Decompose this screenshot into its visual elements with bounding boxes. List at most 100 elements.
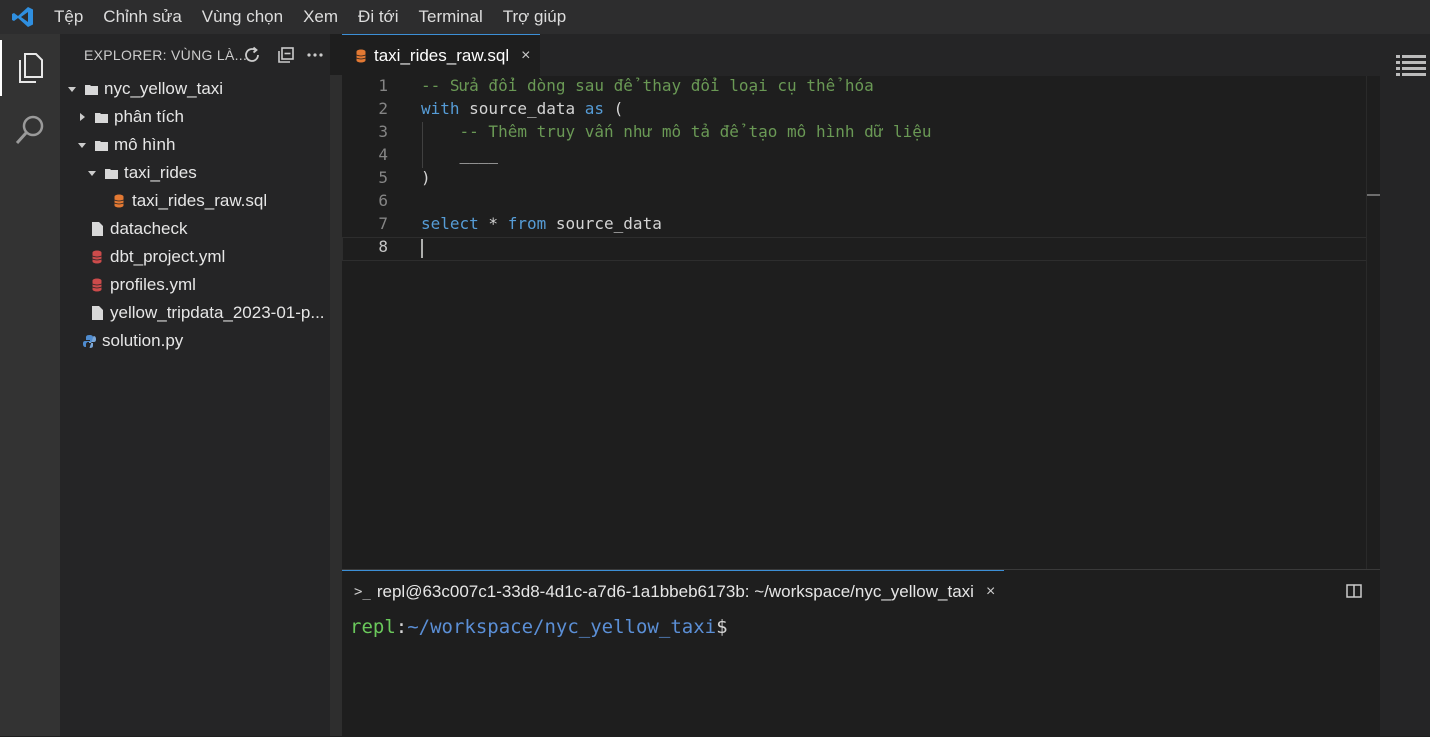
keyword: select: [421, 214, 479, 233]
punctuation: (: [604, 99, 624, 118]
code-line: 2 with source_data as (: [342, 97, 1364, 120]
sidebar-scrollbar[interactable]: [330, 75, 342, 736]
terminal-icon: >_: [354, 583, 371, 600]
code-line: 7 select * from source_data: [342, 212, 1364, 235]
tree-label: dbt_project.yml: [110, 247, 226, 266]
editor-tabs: taxi_rides_raw.sql ×: [342, 34, 1380, 76]
terminal-tab[interactable]: >_ repl@63c007c1-33d8-4d1c-a7d6-1a1bbeb6…: [342, 570, 1004, 612]
tree-label: yellow_tripdata_2023-01-p...: [110, 303, 325, 322]
keyword: with: [421, 99, 460, 118]
code-text: -- Sửa đổi dòng sau để thay đổi loại cụ …: [421, 76, 874, 95]
line-number: 2: [378, 99, 388, 118]
chevron-down-icon: [76, 139, 88, 151]
close-icon[interactable]: ×: [521, 47, 530, 65]
terminal-dollar: $: [716, 616, 728, 638]
tree-label: profiles.yml: [110, 275, 196, 294]
tree-file-profiles-yml[interactable]: profiles.yml: [90, 271, 196, 299]
scroll-marker: [1367, 194, 1381, 196]
line-number: 6: [378, 191, 388, 210]
file-icon: [90, 306, 104, 320]
terminal-panel: >_ repl@63c007c1-33d8-4d1c-a7d6-1a1bbeb6…: [342, 569, 1380, 737]
database-icon: [112, 194, 126, 208]
code-editor[interactable]: 1 -- Sửa đổi dòng sau để thay đổi loại c…: [342, 76, 1380, 569]
tree-file-yellow-tripdata[interactable]: yellow_tripdata_2023-01-p...: [90, 299, 325, 327]
python-icon: [82, 334, 96, 348]
code-line: 8: [342, 235, 1364, 258]
chevron-right-icon: [76, 111, 88, 123]
code-line: 6: [342, 189, 1364, 212]
line-number: 4: [378, 145, 388, 164]
line-number: 8: [378, 237, 388, 256]
operator: *: [478, 214, 508, 233]
tree-file-dbt-project-yml[interactable]: dbt_project.yml: [90, 243, 225, 271]
editor-scrollbar[interactable]: [1366, 76, 1381, 569]
line-number: 3: [378, 122, 388, 141]
menu-terminal[interactable]: Terminal: [408, 0, 492, 34]
menu-help[interactable]: Trợ giúp: [493, 0, 576, 34]
menu-bar: Tệp Chỉnh sửa Vùng chọn Xem Đi tới Termi…: [0, 0, 1430, 34]
code-text: -- Thêm truy vấn như mô tả để tạo mô hìn…: [421, 122, 932, 141]
database-icon: [90, 278, 104, 292]
code-line: 1 -- Sửa đổi dòng sau để thay đổi loại c…: [342, 74, 1364, 97]
menu-selection[interactable]: Vùng chọn: [192, 0, 293, 34]
tree-file-solution-py[interactable]: solution.py: [82, 327, 183, 355]
list-icon[interactable]: [1396, 54, 1426, 81]
code-text: ): [421, 168, 431, 187]
database-icon: [90, 250, 104, 264]
explorer-icon[interactable]: [0, 40, 60, 96]
tree-folder-phan-tich[interactable]: phân tích: [76, 103, 184, 131]
code-text: with source_data as (: [421, 97, 623, 120]
code-line: 4 ____: [342, 143, 1364, 166]
tab-taxi-rides-raw-sql[interactable]: taxi_rides_raw.sql ×: [342, 34, 540, 76]
identifier: source_data: [459, 99, 585, 118]
code-text: ____: [421, 145, 499, 164]
close-icon[interactable]: ×: [986, 583, 995, 601]
tree-label: taxi_rides: [124, 163, 197, 182]
vscode-logo-icon: [0, 0, 46, 34]
chevron-down-icon: [86, 167, 98, 179]
right-panel-bar: [1380, 34, 1430, 736]
line-number: 5: [378, 168, 388, 187]
refresh-icon[interactable]: [242, 45, 262, 65]
folder-icon: [94, 138, 108, 152]
split-editor-icon[interactable]: [1346, 584, 1362, 598]
tree-file-taxi-rides-raw-sql[interactable]: taxi_rides_raw.sql: [112, 187, 267, 215]
explorer-title: EXPLORER: VÙNG LÀ...: [84, 47, 248, 63]
file-icon: [90, 222, 104, 236]
tree-label: mô hình: [114, 135, 176, 154]
tree-label: nyc_yellow_taxi: [104, 79, 224, 98]
activity-bar: [0, 34, 60, 736]
text-cursor: [421, 239, 423, 258]
tree-label: datacheck: [110, 219, 188, 238]
tree-folder-nyc-yellow-taxi[interactable]: nyc_yellow_taxi: [66, 75, 223, 103]
menu-edit[interactable]: Chỉnh sửa: [93, 0, 191, 34]
folder-icon: [84, 82, 98, 96]
terminal-tab-label: repl@63c007c1-33d8-4d1c-a7d6-1a1bbeb6173…: [376, 581, 974, 601]
explorer-header: EXPLORER: VÙNG LÀ...: [60, 34, 330, 76]
editor-area: taxi_rides_raw.sql × 1 -- Sửa đổi dòng s…: [342, 34, 1380, 569]
line-number: 1: [378, 76, 388, 95]
explorer-sidebar: EXPLORER: VÙNG LÀ... nyc_yellow_taxi phâ…: [60, 34, 330, 736]
tree-label: solution.py: [102, 331, 184, 350]
search-icon[interactable]: [0, 102, 60, 158]
code-line: 3 -- Thêm truy vấn như mô tả để tạo mô h…: [342, 120, 1364, 143]
menu-go[interactable]: Đi tới: [348, 0, 408, 34]
code-text: select * from source_data: [421, 212, 662, 235]
menu-view[interactable]: Xem: [293, 0, 348, 34]
tree-file-datacheck[interactable]: datacheck: [90, 215, 188, 243]
code-line: 5 ): [342, 166, 1364, 189]
terminal-output[interactable]: repl:~/workspace/nyc_yellow_taxi$: [350, 616, 728, 638]
collapse-all-icon[interactable]: [276, 45, 296, 65]
more-icon[interactable]: [305, 45, 325, 65]
keyword: from: [507, 214, 547, 233]
folder-icon: [94, 110, 108, 124]
identifier: source_data: [546, 214, 662, 233]
folder-icon: [104, 166, 118, 180]
line-number: 7: [378, 214, 388, 233]
tree-label: taxi_rides_raw.sql: [132, 191, 268, 210]
tree-label: phân tích: [114, 107, 184, 126]
menu-file[interactable]: Tệp: [46, 0, 93, 34]
tree-folder-mo-hinh[interactable]: mô hình: [76, 131, 175, 159]
tree-folder-taxi-rides[interactable]: taxi_rides: [86, 159, 197, 187]
database-icon: [354, 49, 368, 63]
